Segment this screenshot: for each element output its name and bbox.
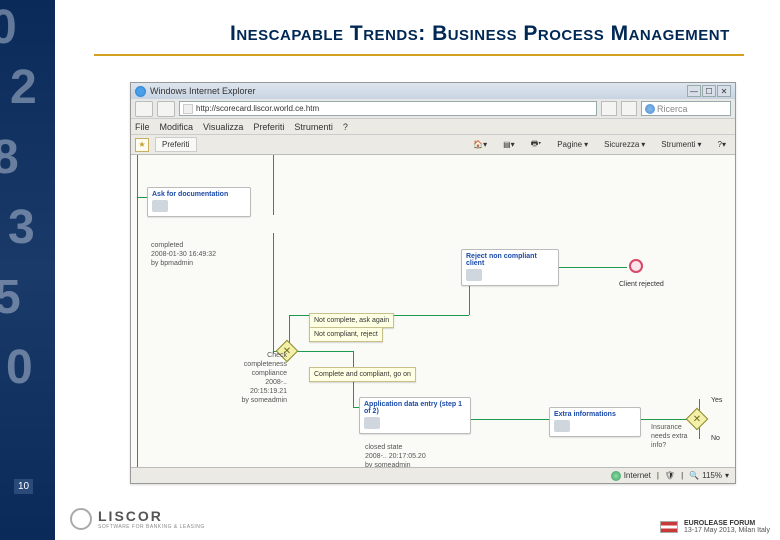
favorites-star-icon[interactable]: ★ [135, 138, 149, 152]
maximize-button[interactable]: ☐ [702, 85, 716, 97]
task-tooltip: completed 2008-01-30 16:49:32 by bpmadmi… [151, 241, 216, 268]
tool-print[interactable]: 🖶▾ [526, 136, 547, 154]
refresh-button[interactable] [601, 101, 617, 116]
task-extra-informations[interactable]: Extra informations [549, 407, 641, 437]
browser-window: Windows Internet Explorer — ☐ ✕ http://s… [130, 82, 736, 484]
menu-edit[interactable]: Modifica [160, 122, 194, 132]
menu-favorites[interactable]: Preferiti [253, 122, 284, 132]
task-reject-client[interactable]: Reject non compliant client [461, 249, 559, 286]
task-title: Application data entry (step 1 of 2) [364, 401, 466, 415]
task-ask-for-documentation[interactable]: Ask for documentation [147, 187, 251, 217]
minimize-button[interactable]: — [687, 85, 701, 97]
page-number: 10 [14, 479, 33, 494]
favorites-label[interactable]: Preferiti [155, 137, 197, 152]
liscor-logo: LISCOR SOFTWARE FOR BANKING & LEASING [70, 508, 205, 530]
status-bar: Internet | 🛡 | 🔍115%▾ [131, 467, 735, 483]
back-button[interactable] [135, 101, 153, 117]
close-button[interactable]: ✕ [717, 85, 731, 97]
ie-icon [135, 86, 146, 97]
end-event-bg [629, 259, 643, 273]
slide-divider [94, 54, 744, 56]
swimlane-edge [137, 155, 138, 467]
tool-help[interactable]: ?▾ [713, 138, 731, 151]
gateway-annotation: Insurance needs extra info? [651, 423, 701, 450]
connector [293, 351, 353, 352]
end-event-label: Client rejected [619, 281, 664, 288]
gateway-annotation: Check completeness compliance 2008-.. 20… [227, 351, 287, 406]
connector [273, 155, 274, 215]
internet-zone-icon [611, 471, 621, 481]
task-title: Reject non compliant client [466, 253, 554, 267]
slide-title: Inescapable Trends: Business Process Man… [230, 22, 730, 46]
search-placeholder: Ricerca [657, 104, 688, 114]
status-zone: Internet [611, 471, 651, 481]
connector [273, 233, 274, 353]
gateway-label: Complete and compliant, go on [309, 367, 416, 382]
task-icon [152, 200, 168, 212]
menu-bar: File Modifica Visualizza Preferiti Strum… [131, 119, 735, 135]
gateway-label: Not complete, ask again [309, 313, 394, 328]
task-icon [364, 417, 380, 429]
menu-view[interactable]: Visualizza [203, 122, 243, 132]
forum-badge: EUROLEASE FORUM 13-17 May 2013, Milan It… [660, 520, 770, 534]
flag-icon [660, 521, 678, 533]
menu-help[interactable]: ? [343, 122, 348, 132]
task-application-data-entry[interactable]: Application data entry (step 1 of 2) [359, 397, 471, 434]
gateway-label: Not compliant, reject [309, 327, 383, 342]
slide-decor-sidebar: 02 83 50 [0, 0, 55, 540]
tool-feed[interactable]: ▤▾ [498, 138, 520, 151]
gateway-label-yes: Yes [711, 397, 722, 404]
stop-button[interactable] [621, 101, 637, 116]
liscor-logo-icon [70, 508, 92, 530]
search-field[interactable]: Ricerca [641, 101, 731, 116]
bpm-canvas[interactable]: Ask for documentation completed 2008-01-… [131, 155, 735, 467]
tool-strumenti[interactable]: Strumenti▾ [656, 138, 706, 151]
address-bar: http://scorecard.liscor.world.ce.htm Ric… [131, 99, 735, 119]
tool-sicurezza[interactable]: Sicurezza▾ [599, 138, 650, 151]
task-title: Ask for documentation [152, 191, 246, 198]
gateway-label-no: No [711, 435, 720, 442]
window-titlebar[interactable]: Windows Internet Explorer — ☐ ✕ [131, 83, 735, 99]
menu-file[interactable]: File [135, 122, 150, 132]
task-tooltip: closed state 2008-.. 20:17:05.20 by some… [365, 443, 426, 467]
task-icon [554, 420, 570, 432]
tool-home[interactable]: 🏠▾ [468, 138, 492, 151]
zoom-control[interactable]: 🔍115%▾ [689, 471, 729, 480]
favicon-icon [183, 104, 193, 114]
window-title: Windows Internet Explorer [150, 86, 683, 96]
forward-button[interactable] [157, 101, 175, 117]
tool-pagine[interactable]: Pagine▾ [552, 138, 593, 151]
url-text: http://scorecard.liscor.world.ce.htm [196, 104, 319, 113]
favorites-toolbar: ★ Preferiti 🏠▾ ▤▾ 🖶▾ Pagine▾ Sicurezza▾ … [131, 135, 735, 155]
url-field[interactable]: http://scorecard.liscor.world.ce.htm [179, 101, 597, 116]
protected-mode-icon: 🛡 [665, 471, 675, 480]
search-icon [645, 104, 655, 114]
task-icon [466, 269, 482, 281]
menu-tools[interactable]: Strumenti [294, 122, 333, 132]
connector [547, 267, 627, 268]
task-title: Extra informations [554, 411, 636, 418]
